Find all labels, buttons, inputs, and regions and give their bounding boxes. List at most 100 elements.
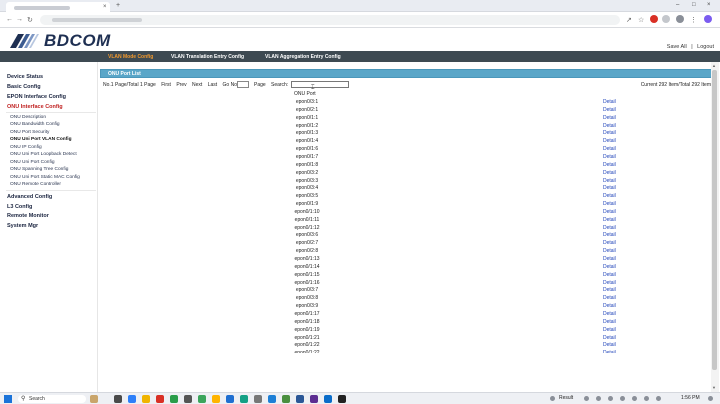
detail-link[interactable]: Detail [603, 256, 616, 262]
detail-link[interactable]: Detail [603, 107, 616, 113]
tab-close-icon[interactable]: × [103, 4, 107, 10]
first-page-link[interactable]: First [161, 82, 171, 88]
sidebar-sub-onu-spanning-tree-config[interactable]: ONU Spanning Tree Config [10, 167, 68, 172]
outlook-icon[interactable] [226, 395, 234, 403]
sidebar-sub-onu-ip-config[interactable]: ONU IP Config [10, 145, 42, 150]
app-icon[interactable] [184, 395, 192, 403]
detail-link[interactable]: Detail [603, 335, 616, 341]
scroll-thumb[interactable] [712, 70, 717, 370]
detail-link[interactable]: Detail [603, 342, 616, 348]
detail-link[interactable]: Detail [603, 193, 616, 199]
sidebar-sub-onu-uni-port-static-mac-config[interactable]: ONU Uni Port Static MAC Config [10, 175, 80, 180]
detail-link[interactable]: Detail [603, 185, 616, 191]
back-icon[interactable]: ← [6, 16, 13, 23]
sidebar-sub-onu-uni-port-config[interactable]: ONU Uni Port Config [10, 160, 55, 165]
copilot-icon[interactable] [704, 15, 712, 23]
menu-vlan-mode-config[interactable]: VLAN Mode Config [108, 54, 153, 60]
url-field[interactable] [40, 15, 620, 25]
file-explorer-icon[interactable] [142, 395, 150, 403]
sidebar-item-epon-interface-config[interactable]: EPON Interface Config [7, 94, 66, 100]
detail-link[interactable]: Detail [603, 311, 616, 317]
detail-link[interactable]: Detail [603, 170, 616, 176]
sidebar-item-basic-config[interactable]: Basic Config [7, 84, 41, 90]
notification-icon[interactable] [708, 396, 713, 401]
sidebar-sub-onu-port-security[interactable]: ONU Port Security [10, 130, 49, 135]
menu-vlan-translation-entry-config[interactable]: VLAN Translation Entry Config [171, 54, 244, 60]
sidebar-sub-onu-remote-controller[interactable]: ONU Remote Controller [10, 182, 61, 187]
close-window-button[interactable]: × [707, 2, 711, 8]
detail-link[interactable]: Detail [603, 248, 616, 254]
app-icon[interactable] [212, 395, 220, 403]
sidebar-sub-onu-uni-port-vlan-config[interactable]: ONU Uni Port VLAN Config [10, 137, 72, 142]
sidebar-item-l3-config[interactable]: L3 Config [7, 204, 32, 210]
taskbar-search[interactable]: ⚲ Search [18, 395, 86, 403]
prev-page-link[interactable]: Prev [176, 82, 186, 88]
app-icon[interactable] [240, 395, 248, 403]
search-input[interactable] [291, 81, 349, 88]
taskbar-app-icon[interactable] [90, 395, 98, 403]
tray-icon[interactable] [550, 396, 555, 401]
detail-link[interactable]: Detail [603, 327, 616, 333]
bookmark-star-icon[interactable]: ☆ [638, 16, 644, 24]
logout-link[interactable]: Logout [697, 44, 714, 50]
detail-link[interactable]: Detail [603, 178, 616, 184]
detail-link[interactable]: Detail [603, 350, 616, 353]
wifi-icon[interactable] [632, 396, 637, 401]
detail-link[interactable]: Detail [603, 232, 616, 238]
windows-start-icon[interactable] [4, 395, 12, 403]
terminal-icon[interactable] [338, 395, 346, 403]
profile-avatar[interactable] [676, 15, 684, 23]
next-page-link[interactable]: Next [192, 82, 202, 88]
tray-icon[interactable] [584, 396, 589, 401]
scroll-up-icon[interactable]: ▲ [712, 63, 716, 68]
tray-icon[interactable] [608, 396, 613, 401]
detail-link[interactable]: Detail [603, 99, 616, 105]
menu-dots-icon[interactable]: ⋮ [690, 16, 697, 24]
maximize-button[interactable]: □ [692, 2, 696, 8]
page-scrollbar[interactable]: ▲ ▼ [711, 62, 719, 392]
app-icon[interactable] [310, 395, 318, 403]
detail-link[interactable]: Detail [603, 319, 616, 325]
app-icon[interactable] [254, 395, 262, 403]
detail-link[interactable]: Detail [603, 162, 616, 168]
share-icon[interactable]: ↗ [626, 16, 632, 24]
detail-link[interactable]: Detail [603, 146, 616, 152]
detail-link[interactable]: Detail [603, 138, 616, 144]
detail-link[interactable]: Detail [603, 280, 616, 286]
sidebar-sub-onu-description[interactable]: ONU Description [10, 115, 46, 120]
detail-link[interactable]: Detail [603, 115, 616, 121]
word-icon[interactable] [296, 395, 304, 403]
forward-icon[interactable]: → [16, 16, 23, 23]
task-view-icon[interactable] [114, 395, 122, 403]
detail-link[interactable]: Detail [603, 287, 616, 293]
detail-link[interactable]: Detail [603, 264, 616, 270]
detail-link[interactable]: Detail [603, 217, 616, 223]
detail-link[interactable]: Detail [603, 303, 616, 309]
detail-link[interactable]: Detail [603, 209, 616, 215]
new-tab-button[interactable]: + [116, 2, 120, 9]
detail-link[interactable]: Detail [603, 154, 616, 160]
detail-link[interactable]: Detail [603, 225, 616, 231]
save-all-link[interactable]: Save All [667, 44, 687, 50]
scroll-down-icon[interactable]: ▼ [712, 385, 716, 390]
tray-icon[interactable] [596, 396, 601, 401]
detail-link[interactable]: Detail [603, 130, 616, 136]
volume-icon[interactable] [644, 396, 649, 401]
sidebar-item-onu-interface-config[interactable]: ONU Interface Config [7, 104, 63, 110]
sidebar-item-system-mgr[interactable]: System Mgr [7, 223, 38, 229]
detail-link[interactable]: Detail [603, 240, 616, 246]
app-icon[interactable] [198, 395, 206, 403]
go-page-input[interactable] [237, 81, 249, 88]
extension-icon[interactable] [650, 15, 658, 23]
app-icon[interactable] [268, 395, 276, 403]
battery-icon[interactable] [656, 396, 661, 401]
sidebar-sub-onu-bandwidth-config[interactable]: ONU Bandwidth Config [10, 122, 60, 127]
tray-icon[interactable] [620, 396, 625, 401]
extensions-puzzle-icon[interactable] [662, 15, 670, 23]
browser-tab[interactable]: × [6, 2, 110, 12]
excel-icon[interactable] [170, 395, 178, 403]
menu-vlan-aggregation-entry-config[interactable]: VLAN Aggregation Entry Config [265, 54, 341, 60]
detail-link[interactable]: Detail [603, 123, 616, 129]
minimize-button[interactable]: – [676, 2, 679, 8]
edge-icon[interactable] [128, 395, 136, 403]
